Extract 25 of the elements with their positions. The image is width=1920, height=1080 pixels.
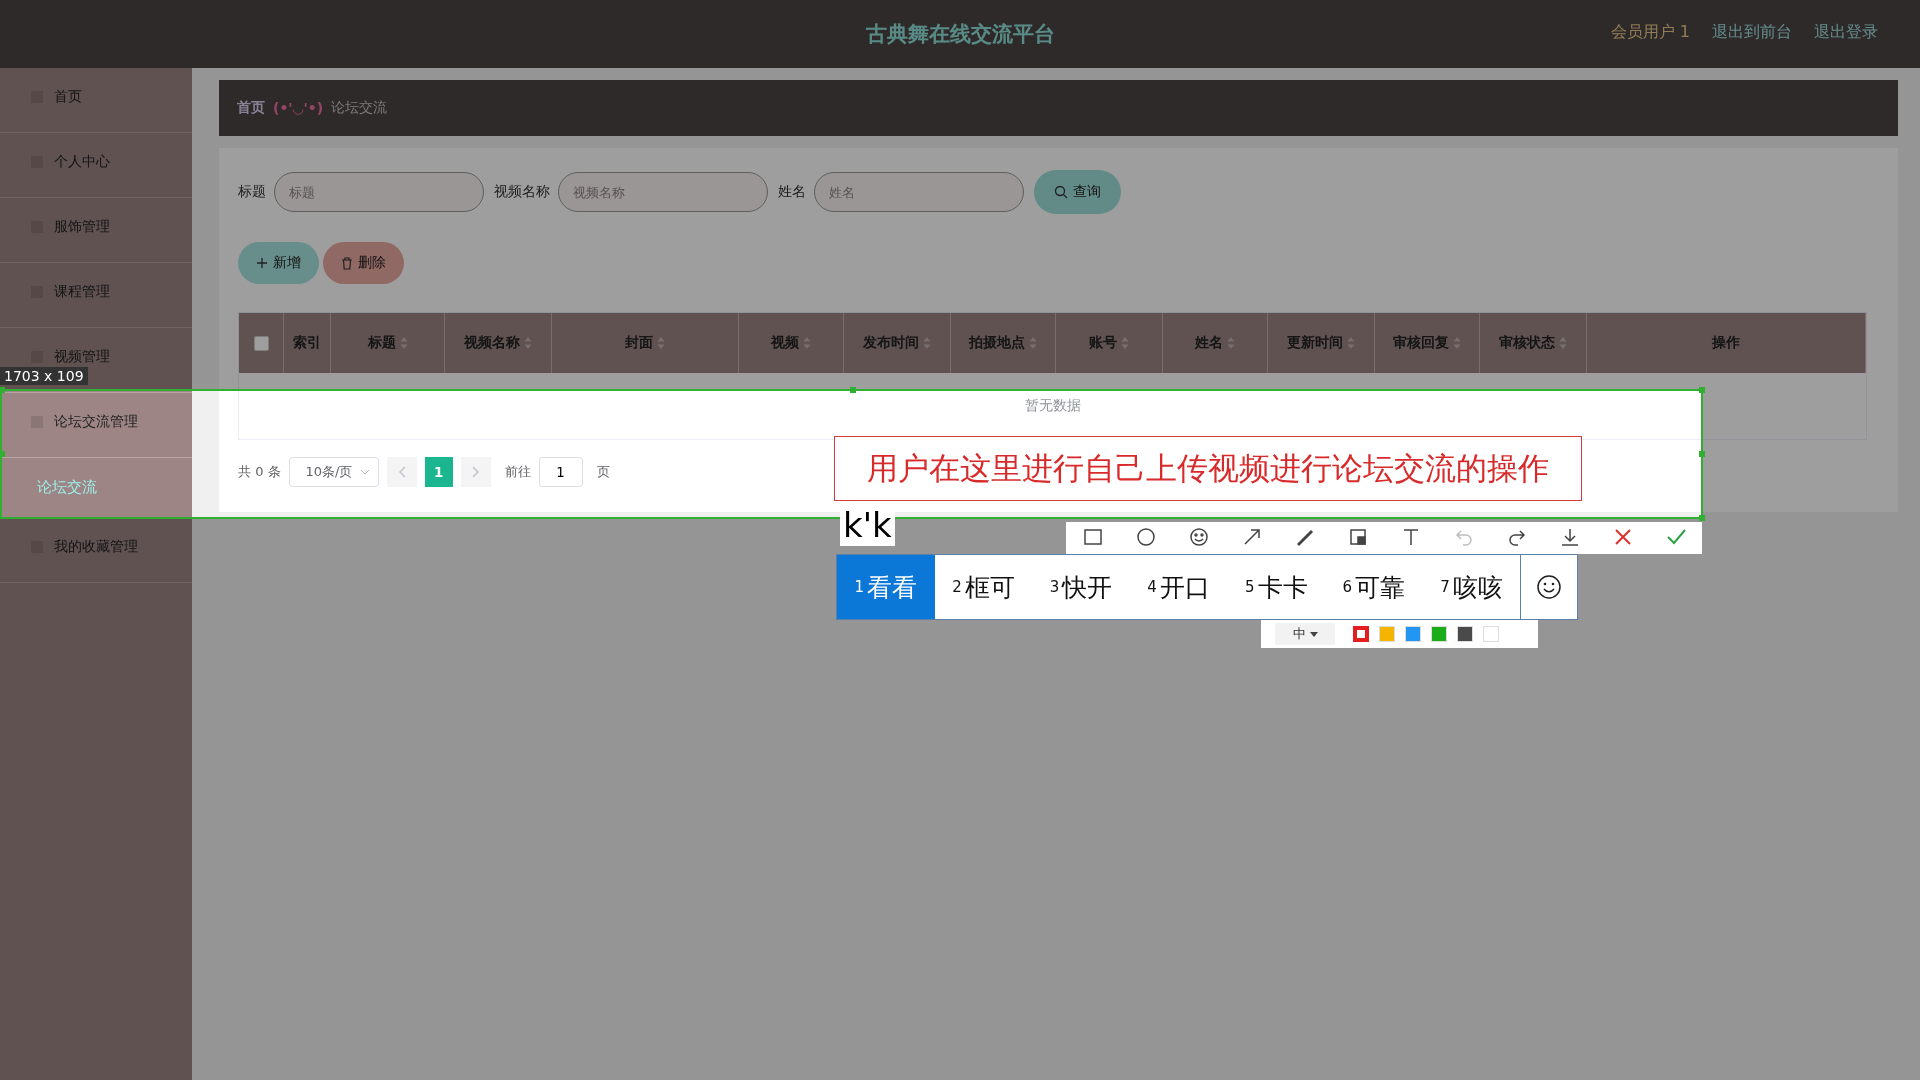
empty-text: 暂无数据 bbox=[1024, 397, 1081, 415]
column-title: 账号 bbox=[1089, 334, 1117, 352]
breadcrumb-current: 论坛交流 bbox=[331, 99, 388, 117]
column-title: 视频名称 bbox=[464, 334, 520, 352]
column-title: 索引 bbox=[293, 334, 321, 352]
column-title: 审核状态 bbox=[1499, 334, 1555, 352]
user-name: 会员用户 1 bbox=[1610, 22, 1690, 43]
column-title: 发布时间 bbox=[863, 334, 919, 352]
column-title: 标题 bbox=[367, 334, 396, 352]
column-title: 姓名 bbox=[1195, 334, 1223, 352]
goto-label: 前往 bbox=[504, 463, 531, 481]
site-title: 古典舞在线交流平台 bbox=[865, 21, 1055, 48]
column-title: 封面 bbox=[625, 334, 653, 352]
column-title: 操作 bbox=[1712, 334, 1740, 352]
field-label: 视频名称 bbox=[494, 183, 550, 201]
field-label: 标题 bbox=[238, 183, 266, 201]
field-label: 姓名 bbox=[778, 183, 806, 201]
selection-size-label: 1703 x 109 bbox=[0, 367, 88, 385]
column-title: 审核回复 bbox=[1393, 334, 1449, 352]
total-count: 共 0 条 bbox=[238, 463, 281, 481]
column-title: 更新时间 bbox=[1287, 334, 1343, 352]
breadcrumb-separator: (•'◡'•) bbox=[273, 100, 324, 116]
column-title: 拍摄地点 bbox=[969, 334, 1025, 352]
page-suffix: 页 bbox=[596, 463, 610, 481]
column-title: 视频 bbox=[771, 334, 799, 352]
